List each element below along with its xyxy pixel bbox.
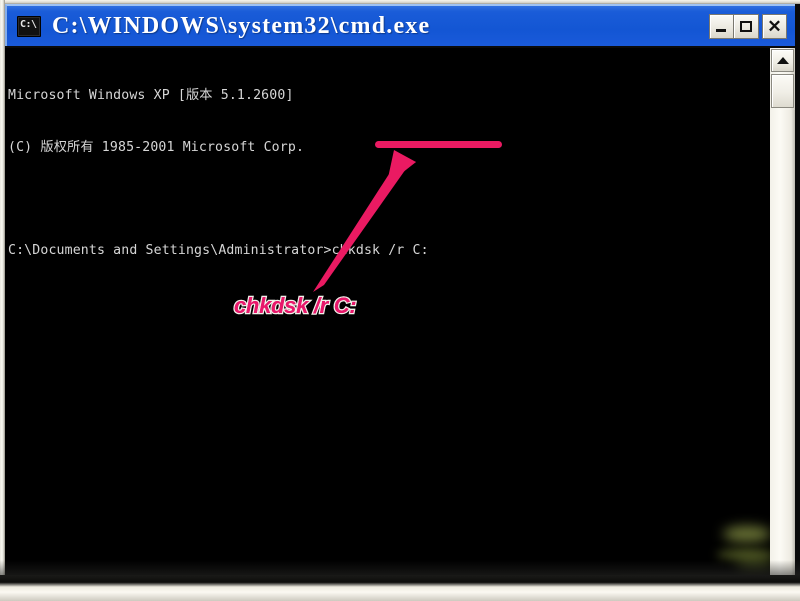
cmd-exe-window: C:\ C:\WINDOWS\system32\cmd.exe ✕ Micros…	[0, 0, 800, 601]
scrollbar-thumb[interactable]	[771, 74, 794, 108]
minimize-icon	[716, 28, 726, 32]
console-output-area[interactable]: Microsoft Windows XP [版本 5.1.2600] (C) 版…	[5, 48, 795, 576]
minimize-button[interactable]	[709, 13, 734, 39]
glare-reflection	[723, 526, 771, 542]
window-frame-bottom	[0, 575, 800, 601]
window-controls: ✕	[706, 13, 787, 39]
window-title: C:\WINDOWS\system32\cmd.exe	[52, 12, 431, 39]
title-bar[interactable]: C:\ C:\WINDOWS\system32\cmd.exe ✕	[5, 4, 795, 46]
close-button[interactable]: ✕	[762, 13, 787, 39]
scroll-up-arrow-icon	[776, 57, 789, 64]
close-icon: ✕	[767, 16, 782, 36]
console-text: Microsoft Windows XP [版本 5.1.2600] (C) 版…	[8, 53, 768, 294]
cmd-console-icon: C:\	[17, 15, 41, 37]
scrollbar-track[interactable]	[770, 110, 795, 576]
console-line: Microsoft Windows XP [版本 5.1.2600]	[8, 88, 294, 104]
maximize-button[interactable]	[734, 13, 759, 39]
console-line: (C) 版权所有 1985-2001 Microsoft Corp.	[8, 140, 305, 155]
maximize-icon	[740, 20, 752, 32]
screenshot-root: C:\ C:\WINDOWS\system32\cmd.exe ✕ Micros…	[0, 0, 800, 601]
console-line-command: C:\Documents and Settings\Administrator>…	[8, 243, 429, 259]
scroll-up-button[interactable]	[771, 49, 794, 72]
glare-reflection	[717, 550, 775, 559]
vertical-scrollbar[interactable]	[770, 48, 795, 576]
cmd-console-icon-glyph: C:\	[20, 18, 37, 30]
